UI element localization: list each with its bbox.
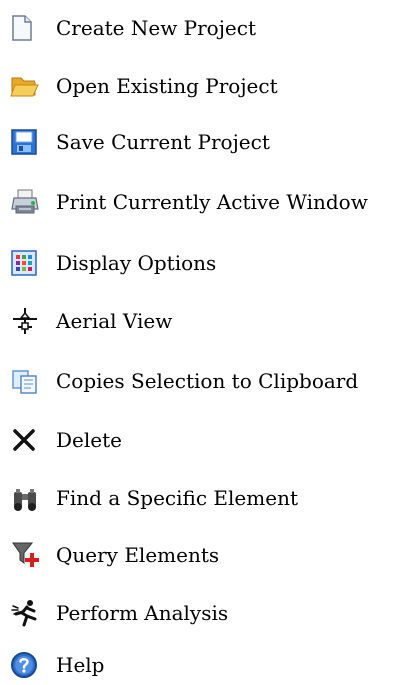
open-folder-icon: [10, 70, 46, 102]
copy-icon: [10, 365, 46, 397]
legend-row-aerial-view: Aerial View: [10, 305, 172, 337]
legend-label-delete: Delete: [56, 428, 122, 452]
legend-label-open-existing-project: Open Existing Project: [56, 74, 278, 98]
save-disk-icon: [10, 126, 46, 158]
legend-label-copies-selection-to-clipboard: Copies Selection to Clipboard: [56, 369, 359, 393]
legend-label-aerial-view: Aerial View: [56, 309, 173, 333]
legend-row-copies-selection-to-clipboard: Copies Selection to Clipboard: [10, 365, 358, 397]
legend-label-display-options: Display Options: [56, 251, 217, 275]
legend-label-create-new-project: Create New Project: [56, 16, 256, 40]
printer-icon: [10, 186, 46, 218]
legend-label-query-elements: Query Elements: [56, 543, 220, 567]
legend-label-perform-analysis: Perform Analysis: [56, 601, 229, 625]
new-document-icon: [10, 12, 46, 44]
legend-row-help: Help: [10, 649, 104, 681]
toolbar-legend: Create New Project Open Existing Project…: [0, 0, 408, 685]
legend-row-query-elements: Query Elements: [10, 539, 219, 571]
legend-row-perform-analysis: Perform Analysis: [10, 597, 228, 629]
legend-row-open-existing-project: Open Existing Project: [10, 70, 278, 102]
legend-row-save-current-project: Save Current Project: [10, 126, 270, 158]
legend-label-help: Help: [56, 653, 105, 677]
legend-row-delete: Delete: [10, 424, 122, 456]
query-filter-icon: [10, 539, 46, 571]
help-icon: [10, 649, 46, 681]
binoculars-icon: [10, 482, 46, 514]
legend-row-create-new-project: Create New Project: [10, 12, 256, 44]
legend-label-find-a-specific-element: Find a Specific Element: [56, 486, 298, 510]
aerial-view-icon: [10, 305, 46, 337]
display-options-grid-icon: [10, 247, 46, 279]
legend-label-save-current-project: Save Current Project: [56, 130, 270, 154]
legend-row-print-currently-active-window: Print Currently Active Window: [10, 186, 368, 218]
legend-row-display-options: Display Options: [10, 247, 216, 279]
running-man-icon: [10, 597, 46, 629]
legend-label-print-currently-active-window: Print Currently Active Window: [56, 190, 368, 214]
delete-x-icon: [10, 424, 46, 456]
legend-row-find-a-specific-element: Find a Specific Element: [10, 482, 298, 514]
